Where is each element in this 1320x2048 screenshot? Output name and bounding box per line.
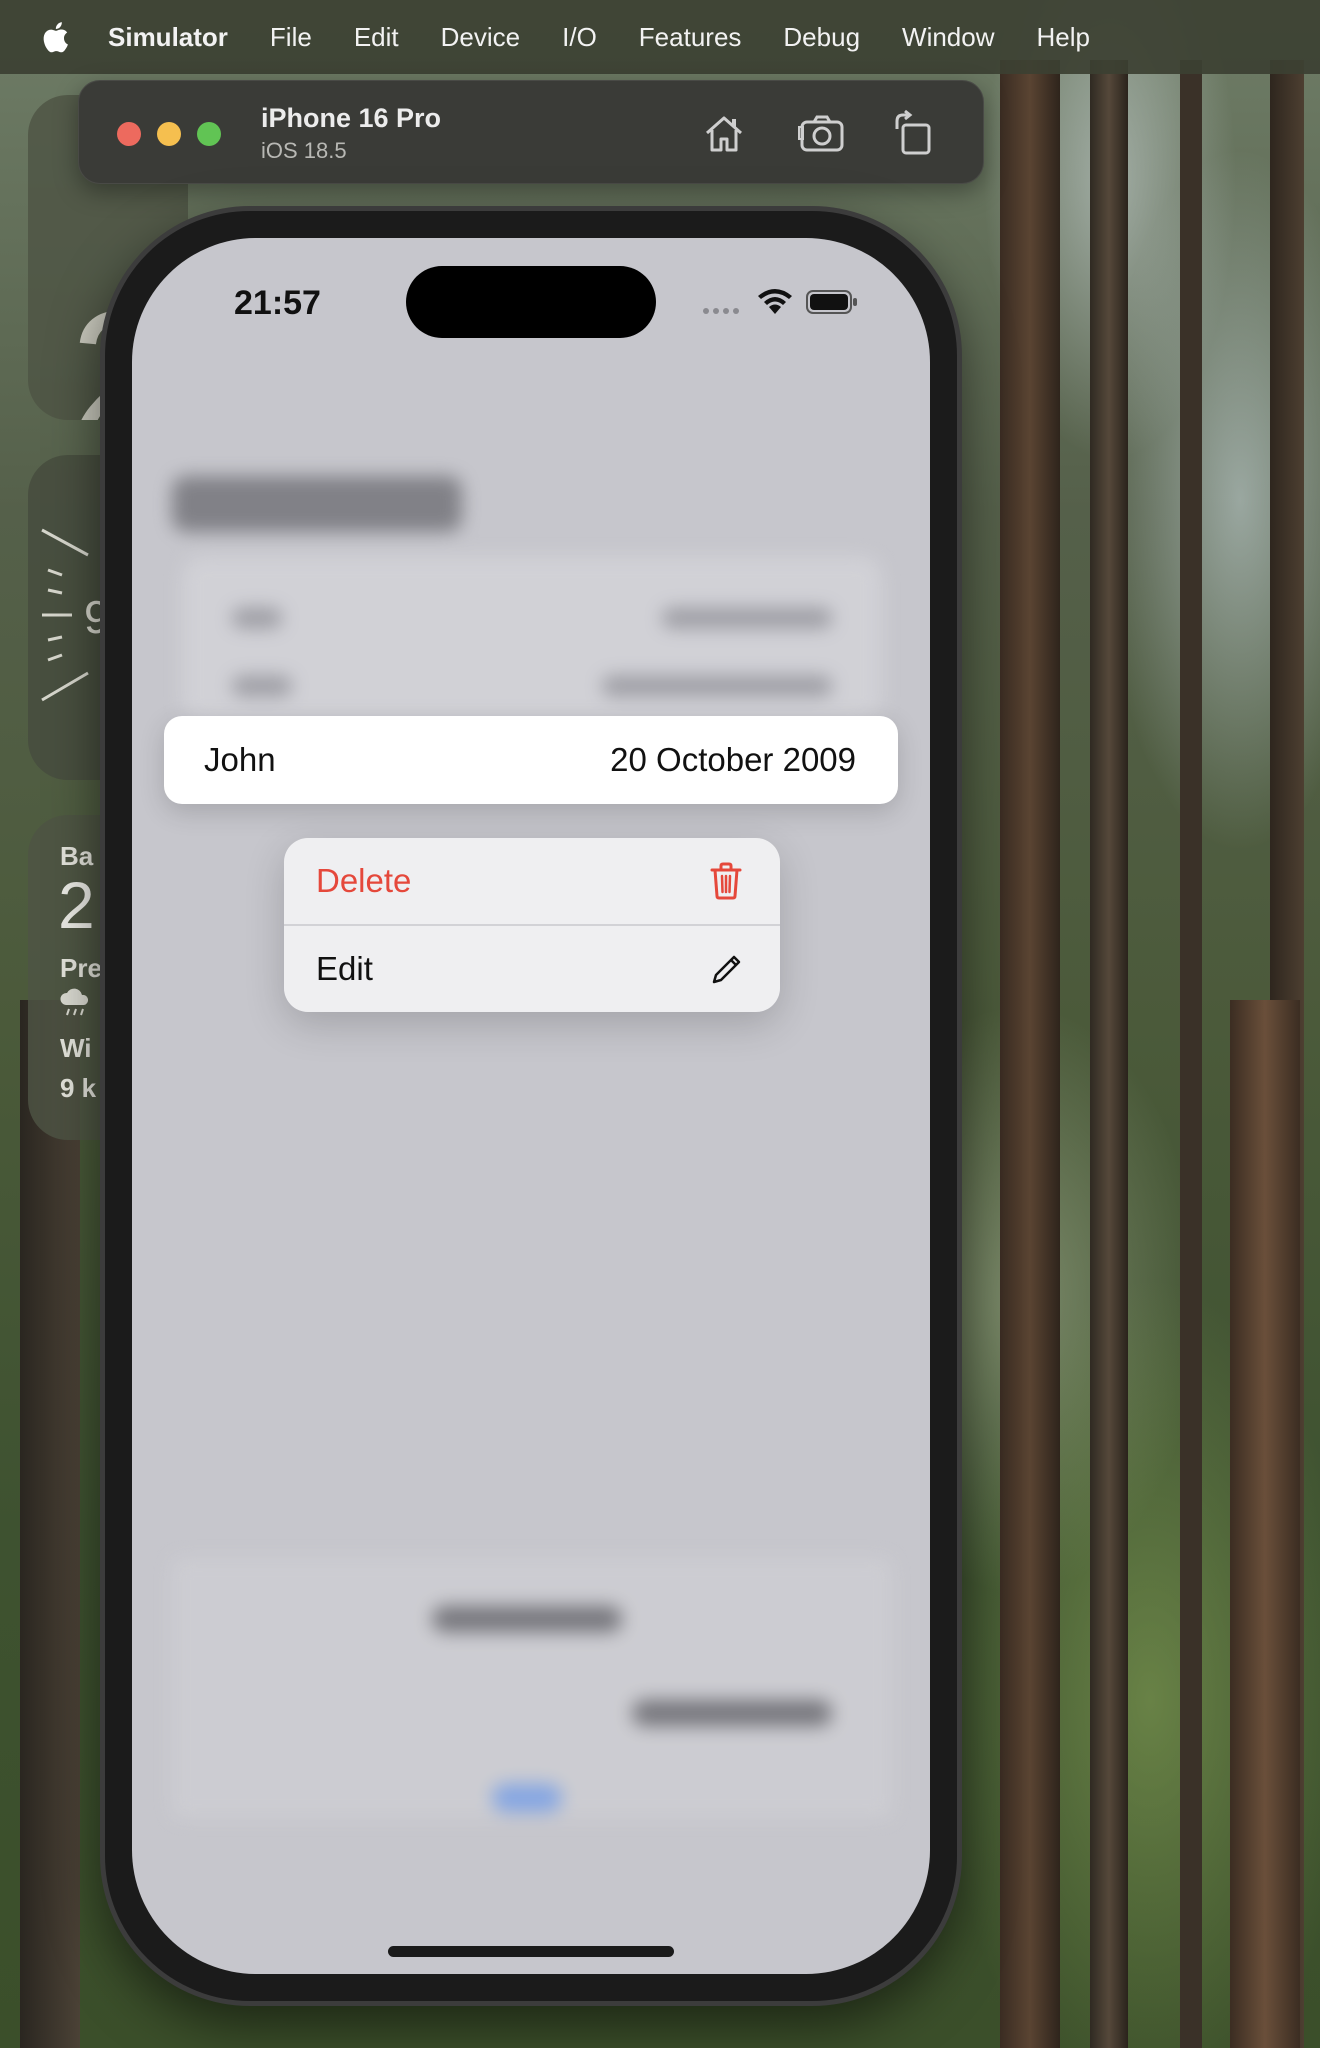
- menu-app-name[interactable]: Simulator: [108, 22, 228, 53]
- apple-logo-icon[interactable]: [40, 20, 70, 54]
- widget-label: Pre: [60, 953, 102, 983]
- pencil-icon: [712, 955, 741, 984]
- wifi-icon: [758, 289, 792, 314]
- home-indicator[interactable]: [388, 1946, 674, 1957]
- widget-value: 2: [58, 868, 95, 942]
- blurred-app-background: [132, 238, 930, 1974]
- close-window-button[interactable]: [117, 122, 141, 146]
- signal-icon: [703, 308, 739, 314]
- minimize-window-button[interactable]: [157, 122, 181, 146]
- rain-cloud-icon: [60, 988, 89, 1016]
- blurred-title: [172, 476, 462, 532]
- row-date: 20 October 2009: [610, 741, 856, 778]
- tree-trunk: [1090, 60, 1128, 2048]
- edit-label: Edit: [316, 950, 373, 987]
- menu-features[interactable]: Features: [639, 22, 742, 53]
- screenshot-icon[interactable]: [797, 109, 847, 159]
- dynamic-island: [406, 266, 656, 338]
- delete-label: Delete: [316, 862, 412, 899]
- device-name: iPhone 16 Pro: [261, 103, 442, 133]
- trash-icon: [710, 862, 742, 900]
- simulator-titlebar[interactable]: iPhone 16 Pro iOS 18.5: [78, 80, 984, 184]
- menu-device[interactable]: Device: [441, 22, 520, 53]
- birthday-row-preview[interactable]: John 20 October 2009: [164, 716, 898, 804]
- widget-label: Wi: [60, 1033, 92, 1063]
- blurred-button: [492, 1784, 562, 1812]
- edit-menu-item[interactable]: Edit: [284, 926, 780, 1012]
- tree-trunk: [20, 1000, 80, 2048]
- menu-edit[interactable]: Edit: [354, 22, 399, 53]
- row-name: John: [204, 741, 276, 778]
- battery-icon: [806, 290, 857, 314]
- tree-trunk: [1180, 60, 1202, 2048]
- zoom-window-button[interactable]: [197, 122, 221, 146]
- widget-value: 9 k: [60, 1073, 97, 1103]
- status-time: 21:57: [234, 284, 321, 322]
- menu-help[interactable]: Help: [1037, 22, 1090, 53]
- menu-debug[interactable]: Debug: [783, 22, 860, 53]
- blurred-bottom-panel: [172, 1558, 892, 1818]
- blurred-list: [182, 556, 882, 724]
- rotate-icon[interactable]: [889, 109, 939, 159]
- menu-window[interactable]: Window: [902, 22, 994, 53]
- context-menu: Delete Edit: [284, 838, 780, 1012]
- tree-trunk: [1000, 60, 1060, 2048]
- delete-menu-item[interactable]: Delete: [284, 838, 780, 924]
- iphone-screen[interactable]: 21:57 John 20 October 2009 Delete Edit: [132, 238, 930, 1974]
- menu-bar: Simulator File Edit Device I/O Features …: [0, 0, 1320, 74]
- home-icon[interactable]: [699, 109, 749, 159]
- os-version: iOS 18.5: [261, 138, 347, 163]
- tree-trunk: [1230, 1000, 1300, 2048]
- menu-io[interactable]: I/O: [562, 22, 597, 53]
- menu-file[interactable]: File: [270, 22, 312, 53]
